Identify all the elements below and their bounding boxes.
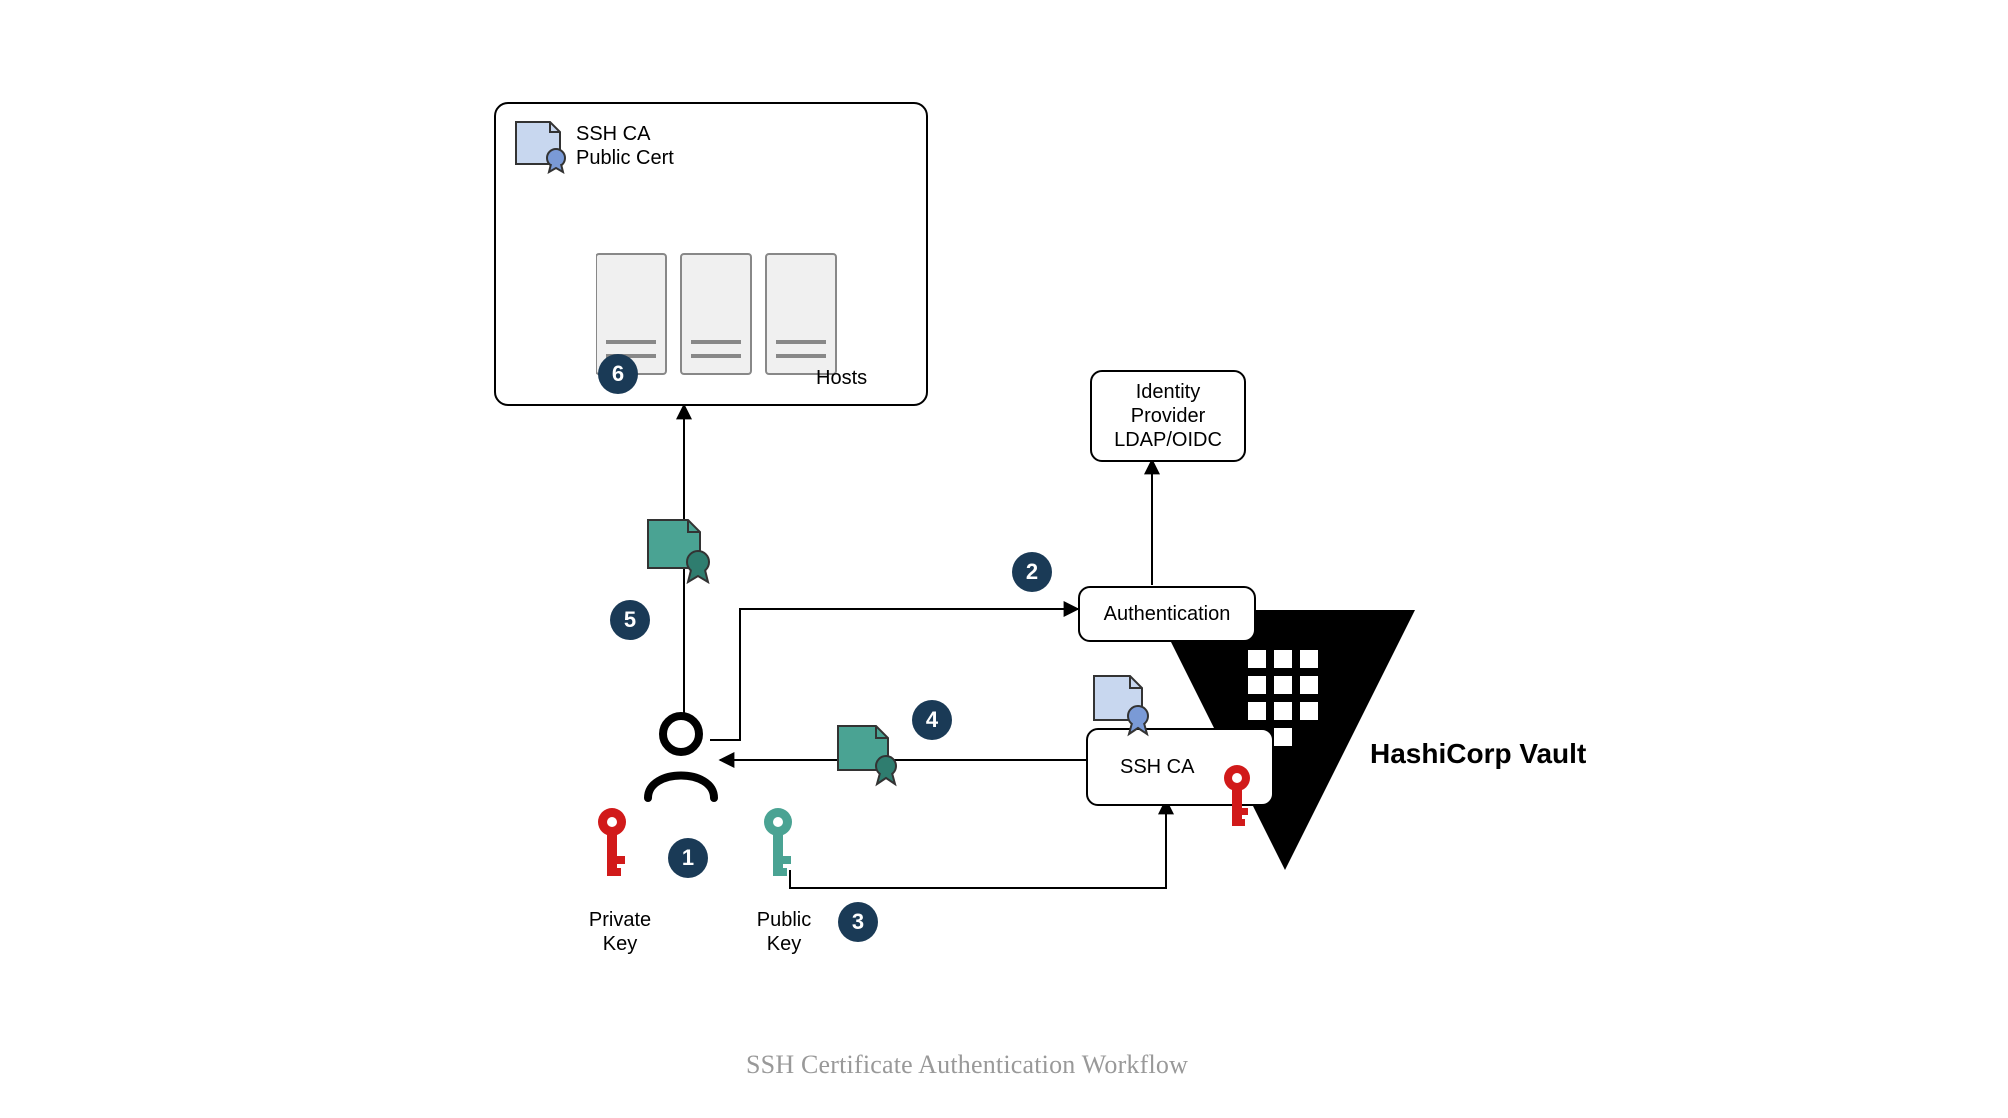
- certificate-icon: [510, 114, 570, 174]
- servers-icon: [596, 244, 876, 384]
- step-badge-1: 1: [668, 838, 708, 878]
- vault-label: HashiCorp Vault: [1370, 738, 1586, 770]
- key-icon: [748, 804, 808, 884]
- ssh-ca-public-cert-label: SSH CA Public Cert: [576, 122, 696, 170]
- hosts-box: SSH CA Public Cert Hosts: [494, 102, 928, 406]
- certificate-icon: [1086, 668, 1156, 738]
- step-badge-4: 4: [912, 700, 952, 740]
- authentication-node: Authentication: [1078, 586, 1256, 642]
- certificate-icon: [640, 510, 720, 590]
- connectors-svg: [0, 0, 2008, 1118]
- certificate-icon: [830, 716, 906, 792]
- user-icon: [636, 706, 726, 806]
- public-key-label: Public Key: [744, 908, 824, 956]
- private-key-label: Private Key: [580, 908, 660, 956]
- key-icon: [1210, 762, 1264, 834]
- identity-provider-node: Identity Provider LDAP/OIDC: [1090, 370, 1246, 462]
- hosts-label: Hosts: [816, 366, 867, 390]
- diagram-caption: SSH Certificate Authentication Workflow: [746, 1050, 1188, 1080]
- step-badge-2: 2: [1012, 552, 1052, 592]
- step-badge-3: 3: [838, 902, 878, 942]
- key-icon: [582, 804, 642, 884]
- step-badge-6: 6: [598, 354, 638, 394]
- step-badge-5: 5: [610, 600, 650, 640]
